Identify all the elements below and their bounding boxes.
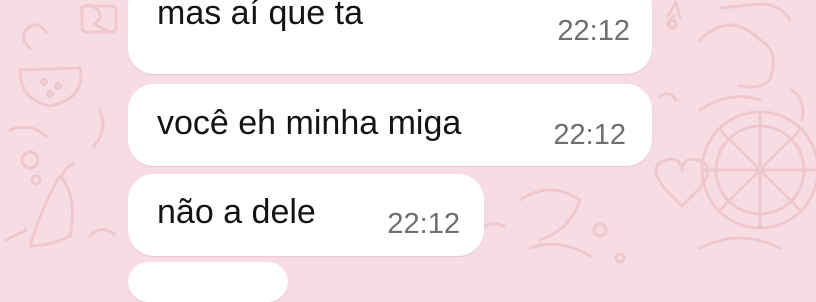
message-timestamp: 22:12	[557, 15, 630, 47]
message-list[interactable]: mas aí que ta 22:12 você eh minha miga 2…	[0, 0, 816, 302]
message-text: não a dele	[157, 193, 316, 231]
message-bubble[interactable]: não a dele 22:12	[128, 174, 484, 256]
message-bubble[interactable]: você eh minha miga 22:12	[128, 84, 652, 166]
message-timestamp: 22:12	[387, 208, 460, 240]
message-text: mas aí que ta	[157, 0, 364, 32]
message-bubble[interactable]: mas aí que ta 22:12	[128, 0, 652, 74]
message-bubble-partial[interactable]	[128, 262, 288, 302]
message-timestamp: 22:12	[553, 119, 626, 151]
message-text: você eh minha miga	[157, 104, 462, 142]
